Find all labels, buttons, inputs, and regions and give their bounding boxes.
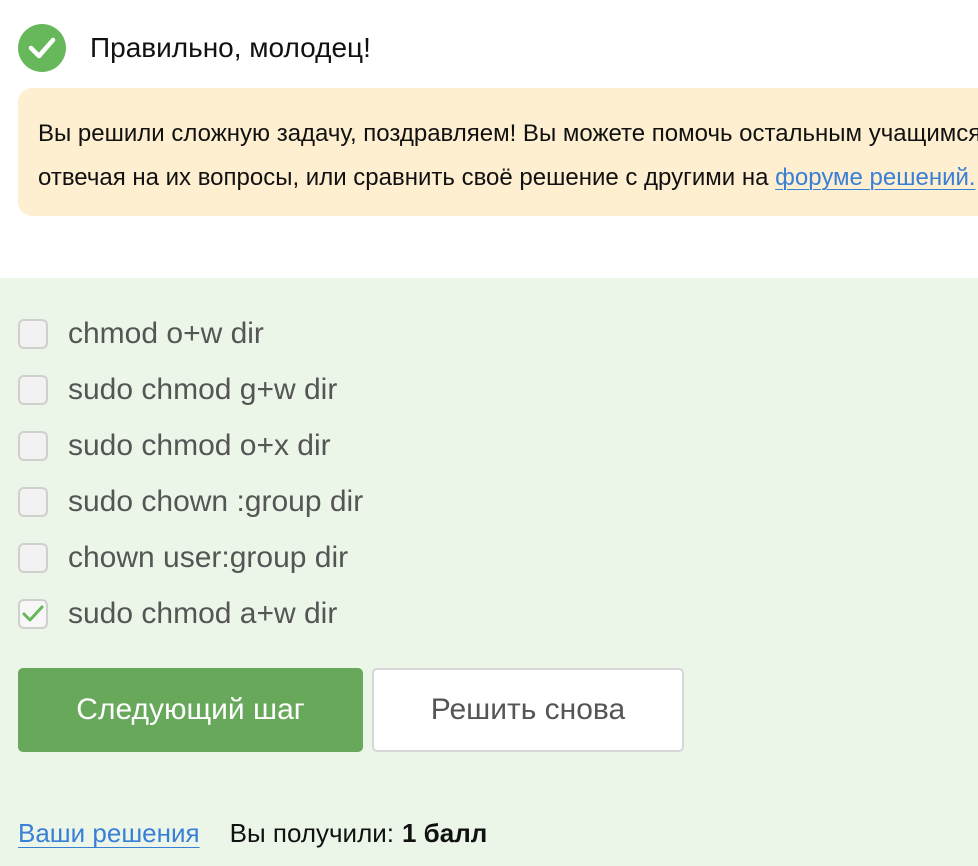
option-item[interactable]: sudo chmod g+w dir [18,362,363,418]
score-label: Вы получили: [229,818,394,848]
option-item[interactable]: sudo chmod a+w dir [18,586,363,642]
option-checkbox[interactable] [18,431,48,461]
option-item[interactable]: sudo chown :group dir [18,474,363,530]
option-label: sudo chmod a+w dir [68,597,338,630]
next-step-button[interactable]: Следующий шаг [18,668,363,752]
option-checkbox[interactable] [18,319,48,349]
option-checkbox-checked[interactable] [18,599,48,629]
result-header: Правильно, молодец! [18,24,371,72]
result-title: Правильно, молодец! [90,32,371,63]
hint-line-1: Вы решили сложную задачу, поздравляем! В… [38,120,978,147]
score-value: 1 балл [402,818,488,848]
hint-box: Вы решили сложную задачу, поздравляем! В… [18,88,978,216]
checkmark-icon [22,605,44,622]
your-solutions-link[interactable]: Ваши решения [18,818,200,849]
option-item[interactable]: sudo chmod o+x dir [18,418,363,474]
option-label: sudo chmod o+x dir [68,429,331,462]
page: Правильно, молодец! Вы решили сложную за… [0,0,978,866]
option-label: chmod o+w dir [68,317,264,350]
hint-line-2-text: отвечая на их вопросы, или сравнить своё… [38,164,776,191]
footer: Ваши решения Вы получили: 1 балл [18,818,487,849]
forum-link[interactable]: форуме решений. [775,164,975,191]
solve-again-button[interactable]: Решить снова [372,668,684,752]
option-item[interactable]: chown user:group dir [18,530,363,586]
options-list: chmod o+w dir sudo chmod g+w dir sudo ch… [18,306,363,642]
option-label: sudo chmod g+w dir [68,373,338,406]
option-checkbox[interactable] [18,487,48,517]
option-label: sudo chown :group dir [68,485,364,518]
option-item[interactable]: chmod o+w dir [18,306,363,362]
quiz-panel: chmod o+w dir sudo chmod g+w dir sudo ch… [0,278,978,866]
checkmark-circle-icon [18,24,66,72]
option-checkbox[interactable] [18,543,48,573]
option-label: chown user:group dir [68,541,349,574]
hint-line-2: отвечая на их вопросы, или сравнить своё… [38,156,978,200]
option-checkbox[interactable] [18,375,48,405]
